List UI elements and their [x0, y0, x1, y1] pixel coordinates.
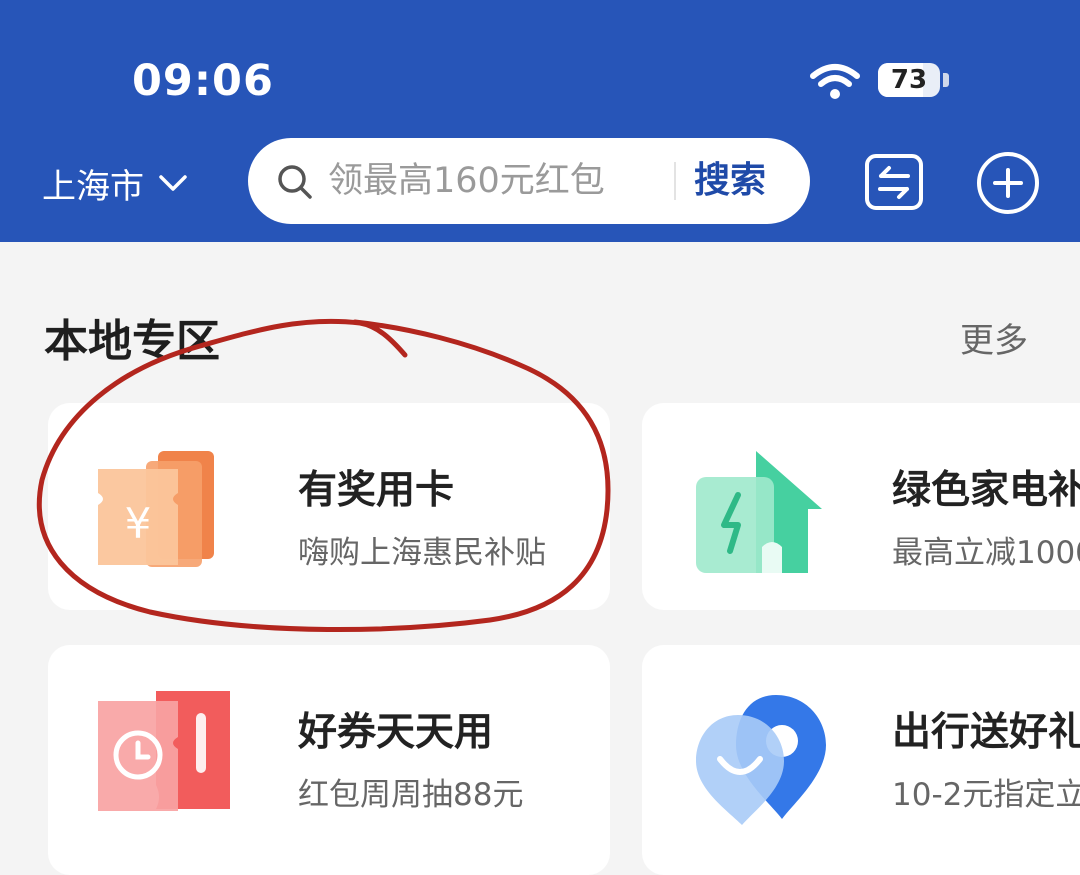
search-button[interactable]: 搜索	[694, 158, 788, 204]
card-reward-card[interactable]: ¥ 有奖用卡 嗨购上海惠民补贴	[48, 403, 610, 610]
card-title: 绿色家电补	[892, 468, 1080, 513]
battery-icon: 73	[878, 63, 940, 97]
card-subtitle: 10-2元指定立	[892, 777, 1080, 813]
card-daily-coupon[interactable]: 好券天天用 红包周周抽88元	[48, 645, 610, 875]
coupon-clock-icon	[98, 691, 230, 811]
status-time: 09:06	[132, 56, 274, 106]
card-travel-gift[interactable]: 出行送好礼 10-2元指定立	[642, 645, 1080, 875]
search-bar[interactable]: 领最高160元红包 搜索	[248, 138, 810, 224]
search-divider	[674, 162, 676, 200]
card-title: 有奖用卡	[298, 468, 455, 513]
ticket-yuan-icon: ¥	[98, 451, 214, 567]
wifi-icon	[810, 64, 860, 99]
card-subtitle: 嗨购上海惠民补贴	[298, 535, 546, 571]
more-link[interactable]: 更多	[960, 313, 1028, 362]
card-title: 出行送好礼	[892, 710, 1080, 755]
add-icon[interactable]	[976, 151, 1040, 215]
chevron-down-icon	[159, 175, 187, 191]
svg-text:¥: ¥	[125, 499, 152, 548]
search-input[interactable]: 领最高160元红包	[328, 158, 628, 204]
city-selector[interactable]: 上海市	[42, 158, 188, 208]
green-appliance-house-icon	[696, 451, 822, 573]
battery-tip	[943, 73, 949, 87]
location-pin-icon	[696, 695, 826, 825]
card-green-appliance[interactable]: 绿色家电补 最高立减1000	[642, 403, 1080, 610]
card-title: 好券天天用	[298, 710, 494, 755]
card-subtitle: 最高立减1000	[892, 535, 1080, 571]
city-label: 上海市	[42, 166, 144, 207]
battery-percentage: 73	[890, 65, 928, 95]
top-header: 09:06 73 上海市 领最高160元红包 搜索	[0, 0, 1080, 242]
switch-icon[interactable]	[864, 153, 924, 211]
card-subtitle: 红包周周抽88元	[298, 777, 524, 813]
search-icon	[278, 165, 312, 199]
section-title: 本地专区	[44, 316, 220, 367]
